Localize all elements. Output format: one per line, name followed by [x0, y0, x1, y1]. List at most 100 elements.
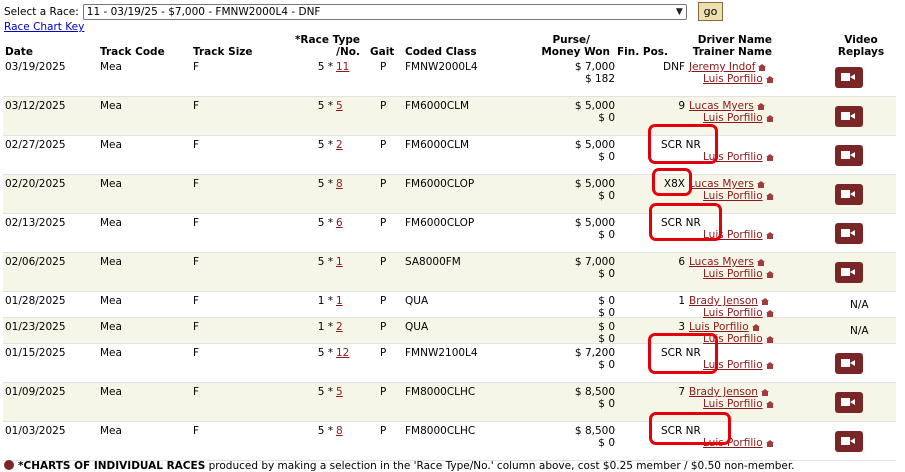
race-number-link[interactable]: 6 [336, 217, 343, 229]
track-code: Mea [100, 347, 122, 359]
trainer-name: Luis Porfilio [703, 112, 774, 124]
driver-link[interactable]: Lucas Myers [689, 256, 754, 268]
video-replay-button[interactable] [835, 392, 863, 413]
race-number-link[interactable]: 1 [336, 256, 343, 268]
table-row: 01/23/2025 Mea F 1 * 2 P QUA $ 0 $ 0 3 Luis Porfil… [3, 318, 896, 345]
annotation-circle [648, 333, 718, 374]
race-number-link[interactable]: 1 [336, 295, 343, 307]
header-video-line1: Video [844, 34, 878, 46]
gait: P [380, 321, 387, 333]
video-replay-button[interactable] [835, 431, 863, 452]
home-icon[interactable] [765, 440, 774, 447]
track-size: F [193, 295, 200, 307]
coded-class: FMNW2000L4 [405, 61, 478, 73]
purse: $ 5,000 [574, 178, 615, 190]
driver-link[interactable]: Lucas Myers [689, 100, 754, 112]
header-driver-trainer: Driver Name Trainer Name [680, 34, 772, 58]
home-icon[interactable] [758, 64, 767, 71]
header-track-code: Track Code [100, 46, 165, 58]
race-type: 5 * [317, 425, 333, 437]
home-icon[interactable] [756, 259, 765, 266]
track-size: F [193, 256, 200, 268]
race-number-link[interactable]: 2 [336, 321, 343, 333]
footer-bullet-icon [4, 460, 14, 470]
coded-class: FM8000CLHC [405, 425, 476, 437]
track-size: F [193, 425, 200, 437]
home-icon[interactable] [760, 389, 769, 396]
home-icon[interactable] [765, 193, 774, 200]
coded-class: SA8000FM [405, 256, 461, 268]
home-icon[interactable] [765, 401, 774, 408]
coded-class: FM8000CLHC [405, 386, 476, 398]
race-type: 5 * [317, 256, 333, 268]
race-number-link[interactable]: 5 [336, 386, 343, 398]
race-number-link[interactable]: 2 [336, 139, 343, 151]
trainer-link[interactable]: Luis Porfilio [703, 73, 763, 85]
race-number-link[interactable]: 8 [336, 425, 343, 437]
race-number-link[interactable]: 12 [336, 347, 349, 359]
trainer-name: Luis Porfilio [703, 268, 774, 280]
race-select-value: 11 - 03/19/25 - $7,000 - FMNW2000L4 - DN… [86, 6, 321, 18]
gait: P [380, 178, 387, 190]
race-type: 5 * [317, 386, 333, 398]
table-row: 03/19/2025 Mea F 5 * 11 P FMNW2000L4 $ 7,000 $ 1… [3, 58, 896, 97]
home-icon[interactable] [765, 76, 774, 83]
money-won: $ 0 [598, 190, 615, 202]
race-select[interactable]: 11 - 03/19/25 - $7,000 - FMNW2000L4 - DN… [82, 4, 687, 20]
trainer-link[interactable]: Luis Porfilio [703, 190, 763, 202]
video-replay-button[interactable] [835, 145, 863, 166]
home-icon[interactable] [760, 298, 769, 305]
home-icon[interactable] [765, 154, 774, 161]
money-won: $ 0 [598, 437, 615, 449]
race-number-link[interactable]: 11 [336, 61, 349, 73]
trainer-link[interactable]: Luis Porfilio [703, 268, 763, 280]
home-icon[interactable] [765, 310, 774, 317]
header-driver-name: Driver Name [697, 34, 772, 46]
race-number-link[interactable]: 8 [336, 178, 343, 190]
driver-link[interactable]: Luis Porfilio [689, 321, 749, 333]
table-row: 01/15/2025 Mea F 5 * 12 P FMNW2100L4 $ 7,200 $ 0… [3, 344, 896, 383]
home-icon[interactable] [751, 324, 760, 331]
table-row: 02/13/2025 Mea F 5 * 6 P FM6000CLOP $ 5,000 $ 0S… [3, 214, 896, 253]
home-icon[interactable] [765, 115, 774, 122]
home-icon[interactable] [765, 336, 774, 343]
video-camera-icon [841, 112, 855, 120]
home-icon[interactable] [765, 362, 774, 369]
home-icon[interactable] [756, 103, 765, 110]
gait: P [380, 217, 387, 229]
driver-link[interactable]: Brady Jenson [689, 386, 758, 398]
header-fin-pos: Fin. Pos. [617, 46, 669, 58]
header-coded-class: Coded Class [405, 46, 477, 58]
gait: P [380, 347, 387, 359]
header-race-type-line2: /No. [336, 46, 360, 58]
driver-name: Jeremy Indof [689, 61, 767, 73]
video-na: N/A [850, 299, 869, 311]
home-icon[interactable] [756, 181, 765, 188]
coded-class: QUA [405, 321, 429, 333]
go-button[interactable]: go [698, 2, 723, 21]
gait: P [380, 139, 387, 151]
video-replay-button[interactable] [835, 262, 863, 283]
coded-class: FM6000CLOP [405, 217, 475, 229]
video-replay-button[interactable] [835, 67, 863, 88]
driver-link[interactable]: Brady Jenson [689, 295, 758, 307]
track-code: Mea [100, 139, 122, 151]
race-chart-key-link[interactable]: Race Chart Key [4, 21, 84, 33]
video-replay-button[interactable] [835, 353, 863, 374]
home-icon[interactable] [765, 271, 774, 278]
home-icon[interactable] [765, 232, 774, 239]
trainer-link[interactable]: Luis Porfilio [703, 398, 763, 410]
money-won: $ 0 [598, 151, 615, 163]
race-date: 02/13/2025 [5, 217, 66, 229]
header-track-size: Track Size [193, 46, 253, 58]
driver-link[interactable]: Lucas Myers [689, 178, 754, 190]
video-replay-button[interactable] [835, 106, 863, 127]
driver-link[interactable]: Jeremy Indof [689, 61, 755, 73]
trainer-link[interactable]: Luis Porfilio [703, 112, 763, 124]
race-date: 02/20/2025 [5, 178, 66, 190]
purse: $ 0 [598, 321, 615, 333]
race-number-link[interactable]: 5 [336, 100, 343, 112]
video-replay-button[interactable] [835, 223, 863, 244]
video-replay-button[interactable] [835, 184, 863, 205]
footer-rest: produced by making a selection in the 'R… [205, 460, 795, 472]
